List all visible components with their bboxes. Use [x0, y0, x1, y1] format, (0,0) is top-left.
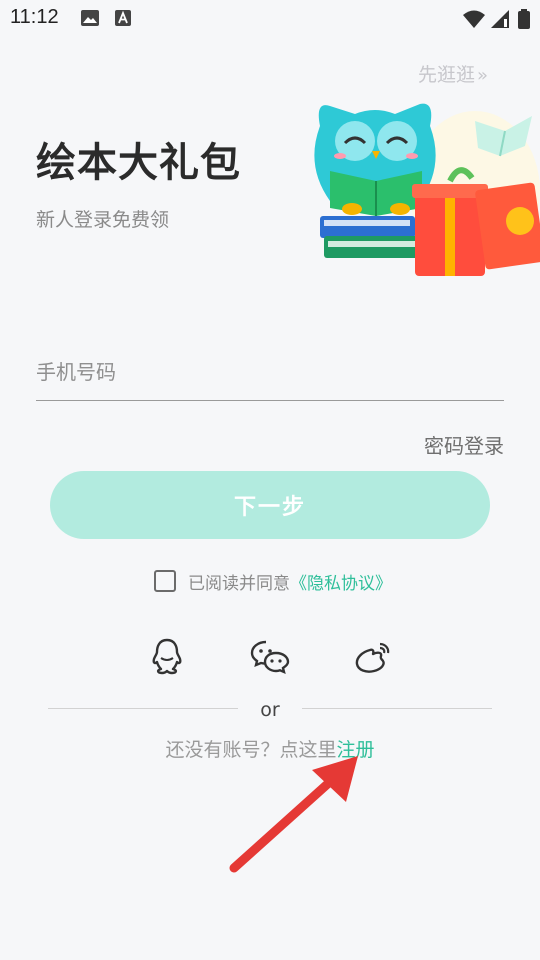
skip-button[interactable]: 先逛逛» [418, 60, 488, 87]
signal-icon [491, 10, 509, 28]
qq-icon[interactable] [147, 636, 187, 676]
agreement-row: 已阅读并同意 《隐私协议》 [154, 567, 392, 595]
password-login-link[interactable]: 密码登录 [424, 430, 504, 459]
agree-checkbox[interactable] [154, 570, 176, 592]
chevron-right-icon: » [476, 65, 488, 86]
page-subtitle: 新人登录免费领 [36, 209, 170, 231]
status-time: 11:12 [10, 6, 59, 28]
divider-right [302, 708, 492, 709]
wifi-icon [463, 10, 485, 28]
annotation-arrow [229, 756, 358, 873]
or-label: or [260, 699, 280, 721]
owl-gift-illustration [314, 103, 540, 276]
weibo-icon[interactable] [353, 636, 393, 676]
privacy-policy-link[interactable]: 《隐私协议》 [290, 569, 392, 594]
status-bar: 11:12 [0, 0, 540, 36]
phone-field [36, 352, 504, 401]
divider-left [48, 708, 238, 709]
image-icon [81, 10, 99, 26]
next-step-button[interactable]: 下一步 [50, 471, 490, 539]
skip-label: 先逛逛 [417, 64, 475, 86]
text-a-icon [115, 10, 131, 26]
phone-input[interactable] [36, 352, 504, 392]
battery-icon [518, 9, 530, 29]
page-title: 绘本大礼包 [36, 140, 241, 186]
agree-text: 已阅读并同意 [188, 573, 290, 594]
wechat-icon[interactable] [250, 636, 290, 676]
